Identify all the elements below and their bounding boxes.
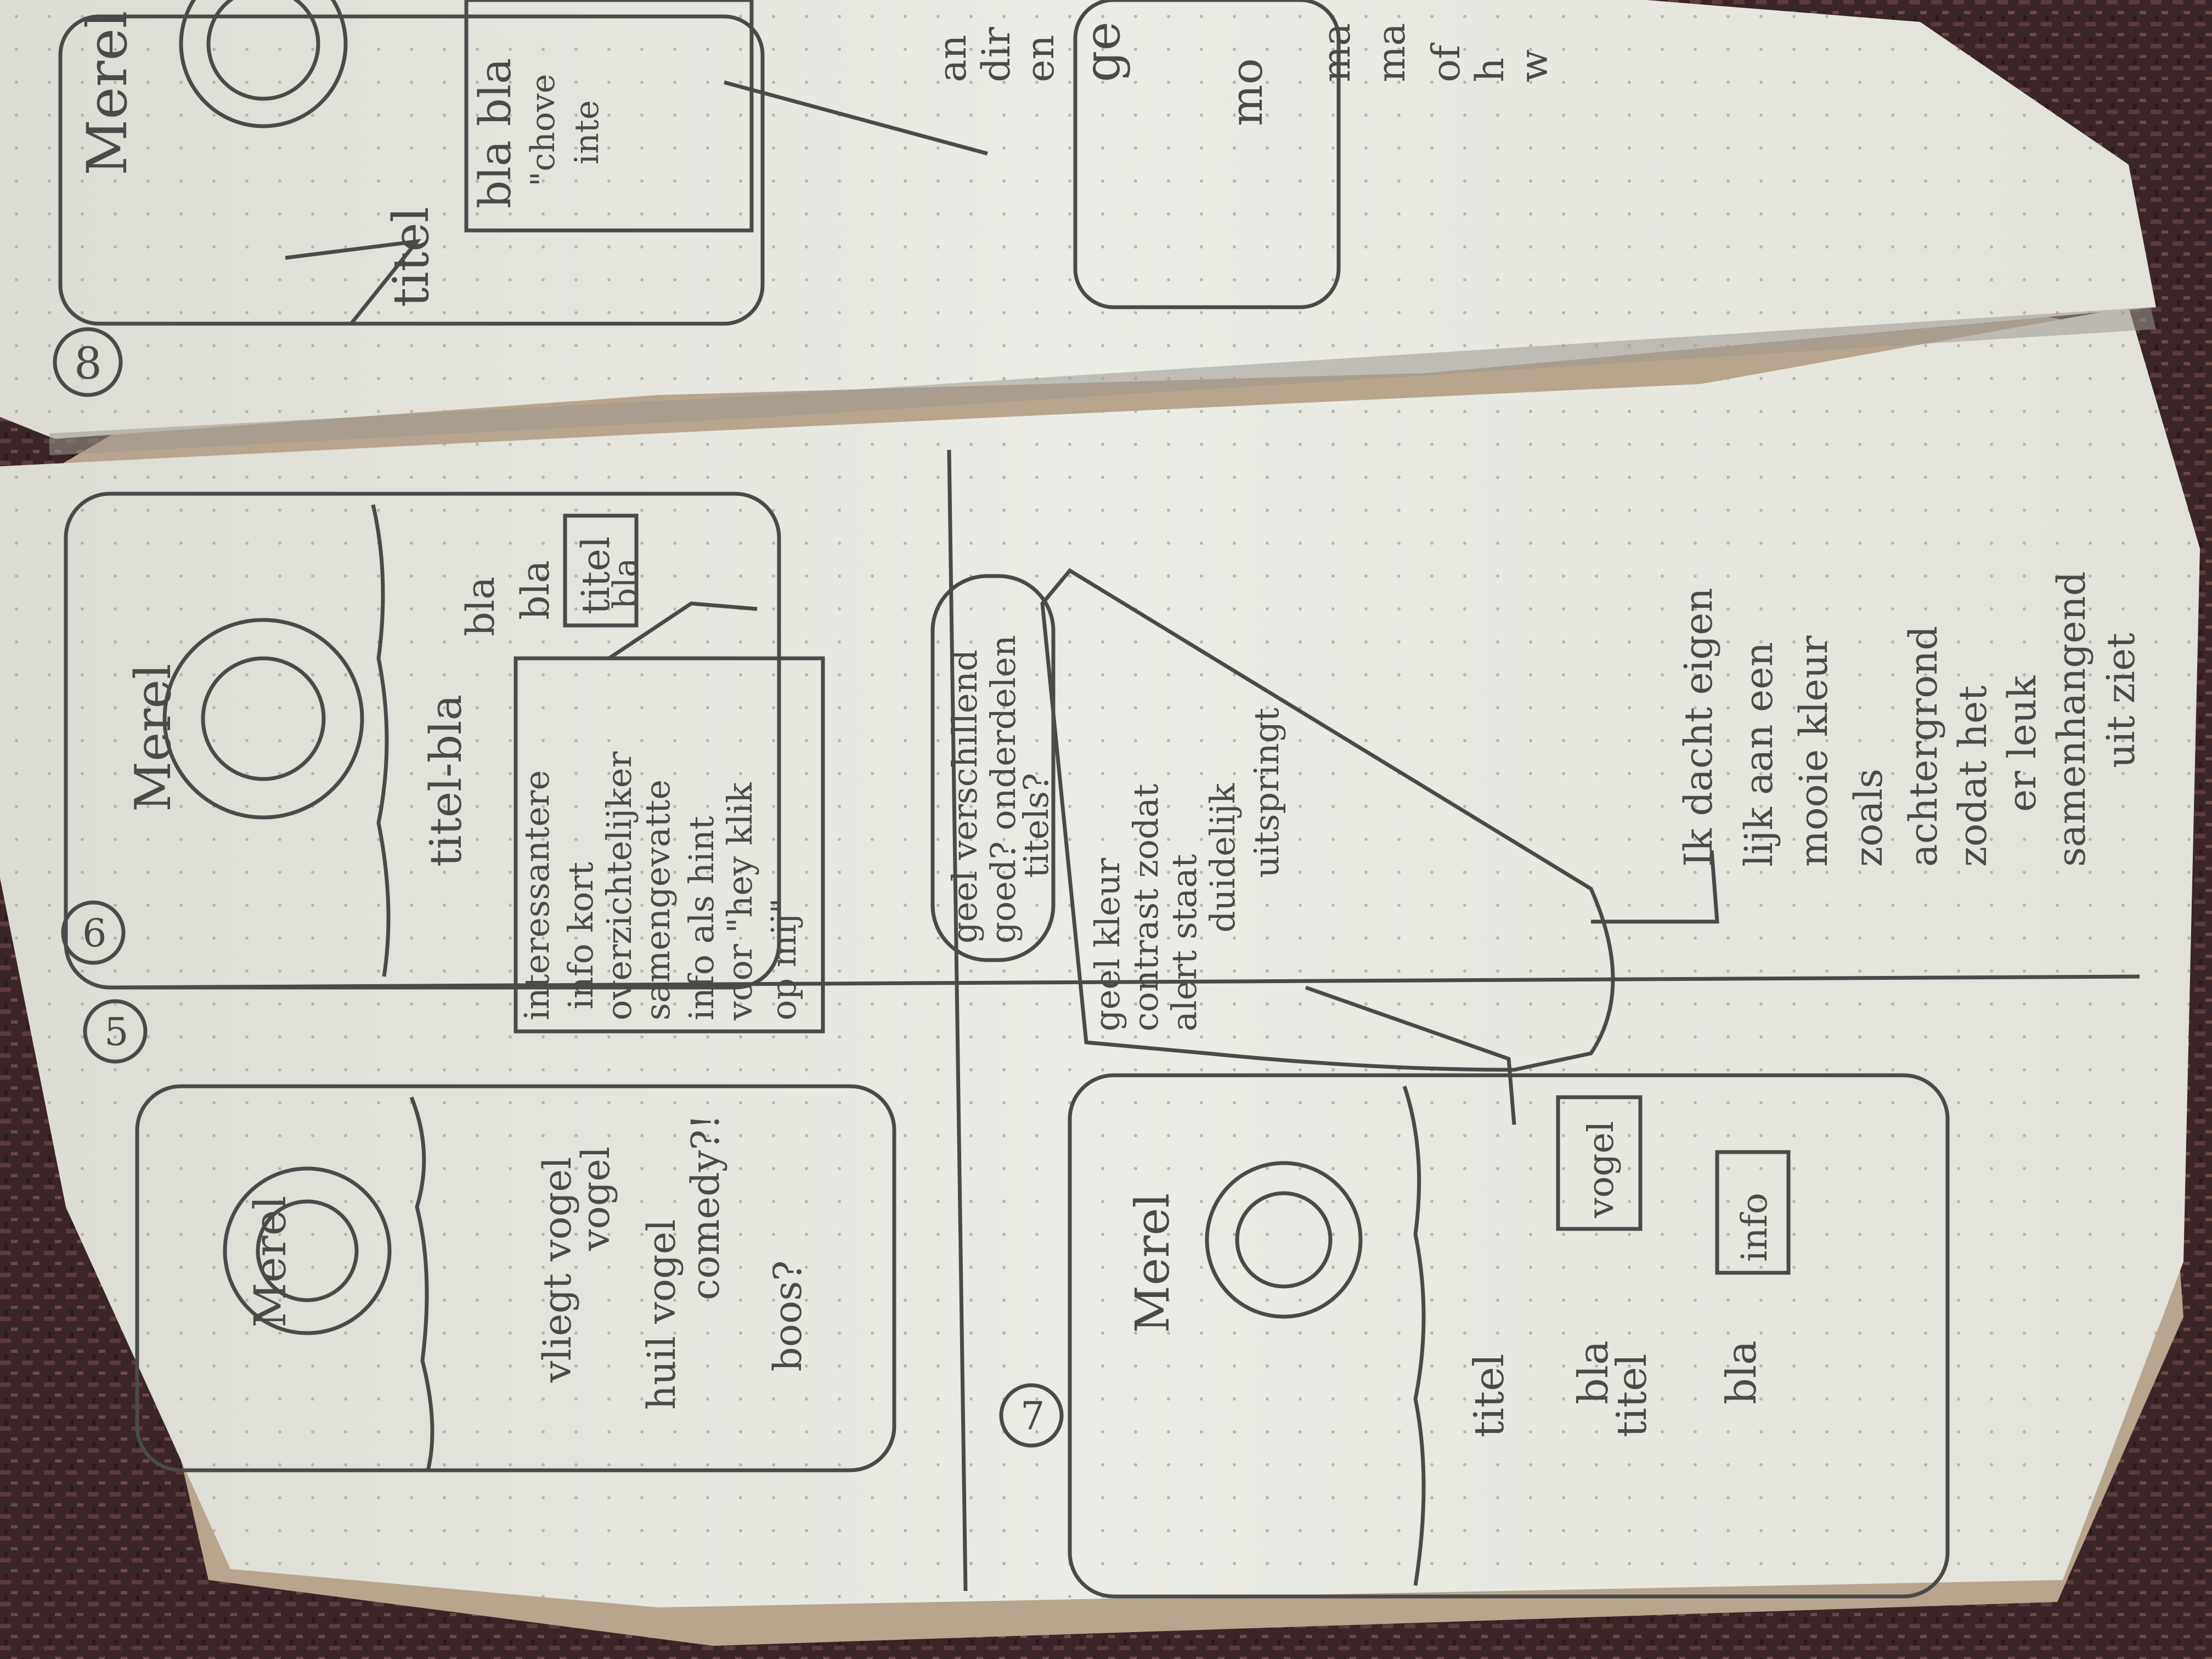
note-right-line-6: zodat het bbox=[1950, 685, 1995, 867]
sketch-5-line-5: boos? bbox=[765, 1260, 810, 1372]
sketch-6-number: 6 bbox=[82, 911, 107, 956]
note-right-line-9: uit ziet bbox=[2098, 633, 2143, 768]
sketch-6-label-bla: bla bbox=[606, 558, 645, 609]
top-side-text-2: dir bbox=[974, 27, 1019, 82]
top-side-text-10: w bbox=[1511, 49, 1556, 82]
note-middle-line-3: titels? bbox=[1016, 773, 1056, 878]
sketch-6-line-2: bla bbox=[458, 577, 503, 636]
note-6-line-2: info kort bbox=[561, 862, 601, 1009]
sketch-7-number: 7 bbox=[1020, 1393, 1045, 1438]
sketch-5-number: 5 bbox=[104, 1009, 129, 1054]
sketch-7-card-name: Merel bbox=[1126, 1193, 1180, 1333]
sketch-6-line-1: titel-bla bbox=[420, 695, 471, 867]
sketch-6-card-name: Merel bbox=[125, 664, 182, 812]
note-right-line-5: achtergrond bbox=[1901, 626, 1946, 867]
sketch-5-line-3: huil vogel bbox=[639, 1219, 684, 1410]
notebook-photo: 8 Merel titel bla bla "chove inte an dir… bbox=[0, 0, 2212, 1659]
top-side-text-6: ma bbox=[1314, 23, 1359, 82]
top-side-text-8: of bbox=[1424, 42, 1469, 82]
note-right-line-2: lijk aan een bbox=[1736, 642, 1781, 867]
sketch-7-label-titel-1: titel bbox=[1465, 1353, 1513, 1437]
note-6-line-4: samengevatte bbox=[637, 780, 678, 1020]
sketch-6-line-3: bla bbox=[513, 560, 558, 620]
note-right-line-8: samenhangend bbox=[2049, 571, 2094, 867]
note-right-line-3: mooie kleur bbox=[1791, 635, 1836, 867]
top-side-text-7: ma bbox=[1369, 23, 1414, 82]
sketch-8-label-bla: bla bla bbox=[470, 58, 521, 208]
sketch-7-tag-2: info bbox=[1734, 1193, 1775, 1262]
note-triangle-line-4: duidelijk bbox=[1203, 783, 1243, 933]
top-side-text-5: mo bbox=[1221, 58, 1272, 126]
sketch-5-line-2: vogel bbox=[573, 1147, 618, 1251]
sketch-8-note-fragment-2: inte bbox=[568, 100, 606, 165]
note-triangle-line-2: contrast zodat bbox=[1126, 783, 1166, 1031]
sketch-5-card-name: Merel bbox=[245, 1196, 296, 1328]
sketch-8-card-name: Merel bbox=[75, 10, 139, 176]
note-6-line-6: voor "hey klik bbox=[720, 782, 760, 1021]
note-6-line-7: op mij" bbox=[764, 898, 804, 1020]
note-triangle-line-1: geel kleur bbox=[1087, 857, 1127, 1031]
note-triangle-line-5: uitspringt bbox=[1246, 708, 1286, 878]
sketch-8-note-fragment-1: "chove bbox=[524, 74, 562, 187]
sketch-7-label-titel-2: titel bbox=[1607, 1353, 1656, 1437]
top-side-text-4: ge bbox=[1074, 21, 1131, 82]
sketch-7-label-bla-2: bla bbox=[1717, 1340, 1765, 1404]
note-right-line-1: Ik dacht eigen bbox=[1676, 588, 1721, 867]
note-right-line-4: zoals bbox=[1846, 769, 1891, 867]
sketch-8-number: 8 bbox=[74, 338, 102, 389]
sketch-8-label-titel: titel bbox=[382, 207, 440, 307]
note-middle-line-1: geel verschillend bbox=[945, 650, 985, 944]
top-side-text-1: an bbox=[930, 35, 975, 82]
note-6-line-3: overzichtelijker bbox=[599, 751, 639, 1020]
note-6-line-1: interessantere bbox=[517, 770, 557, 1020]
note-6-line-5: info als hint bbox=[681, 816, 721, 1020]
sketch-7-tag-1: vogel bbox=[1581, 1121, 1622, 1218]
sketch-5-line-4: comedy?! bbox=[683, 1114, 728, 1300]
top-side-text-9: h bbox=[1468, 58, 1513, 82]
note-right-line-7: er leuk bbox=[2000, 675, 2045, 812]
note-triangle-line-3: alert staat bbox=[1164, 854, 1204, 1031]
top-side-text-3: en bbox=[1018, 35, 1063, 82]
